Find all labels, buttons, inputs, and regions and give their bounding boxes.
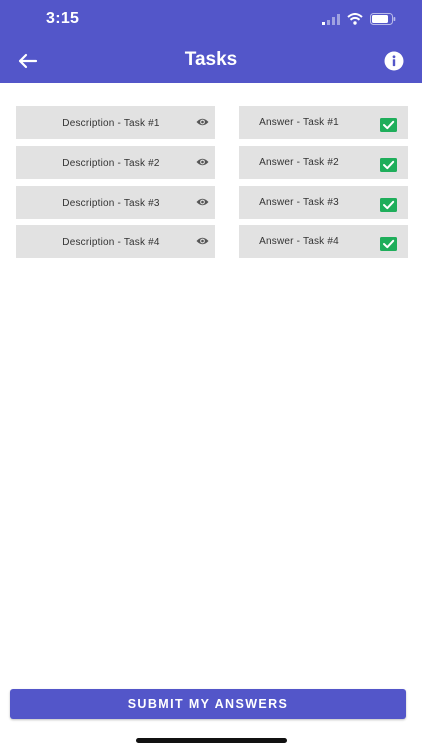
- status-icons: [322, 12, 396, 26]
- info-button[interactable]: [384, 51, 404, 71]
- task-answer-label: Answer - Task #3: [259, 197, 339, 208]
- task-row: Description - Task #1 Answer - Task #1: [16, 106, 408, 139]
- task-row: Description - Task #3 Answer - Task #3: [16, 186, 408, 219]
- task-answer-cell: Answer - Task #2: [239, 146, 408, 179]
- task-description-button[interactable]: Description - Task #2: [16, 146, 215, 179]
- task-row: Description - Task #2 Answer - Task #2: [16, 146, 408, 179]
- task-answer-label: Answer - Task #2: [259, 157, 339, 168]
- task-description-label: Description - Task #3: [62, 198, 160, 209]
- task-description-label: Description - Task #2: [62, 158, 160, 169]
- wifi-icon: [347, 13, 363, 25]
- task-answer-cell: Answer - Task #3: [239, 186, 408, 219]
- task-description-button[interactable]: Description - Task #3: [16, 186, 215, 219]
- task-answer-cell: Answer - Task #4: [239, 225, 408, 258]
- checkbox-checked-icon[interactable]: [380, 198, 397, 212]
- eye-icon: [196, 237, 209, 245]
- checkbox-checked-icon[interactable]: [380, 158, 397, 172]
- battery-icon: [370, 13, 396, 25]
- task-description-button[interactable]: Description - Task #4: [16, 225, 215, 258]
- home-indicator: [136, 738, 287, 743]
- status-time: 3:15: [46, 10, 80, 27]
- task-description-label: Description - Task #4: [62, 237, 160, 248]
- submit-answers-button[interactable]: SUBMIT MY ANSWERS: [10, 689, 406, 719]
- eye-icon: [196, 198, 209, 206]
- task-row: Description - Task #4 Answer - Task #4: [16, 225, 408, 258]
- eye-icon: [196, 158, 209, 166]
- app-header: 3:15 Tasks: [0, 0, 422, 83]
- eye-icon: [196, 118, 209, 126]
- task-answer-label: Answer - Task #4: [259, 236, 339, 247]
- task-description-label: Description - Task #1: [62, 118, 160, 129]
- task-answer-cell: Answer - Task #1: [239, 106, 408, 139]
- cellular-signal-icon: [322, 13, 340, 25]
- task-answer-label: Answer - Task #1: [259, 117, 339, 128]
- task-description-button[interactable]: Description - Task #1: [16, 106, 215, 139]
- page-title: Tasks: [184, 49, 238, 70]
- checkbox-checked-icon[interactable]: [380, 118, 397, 132]
- checkbox-checked-icon[interactable]: [380, 237, 397, 251]
- info-icon: [384, 51, 404, 71]
